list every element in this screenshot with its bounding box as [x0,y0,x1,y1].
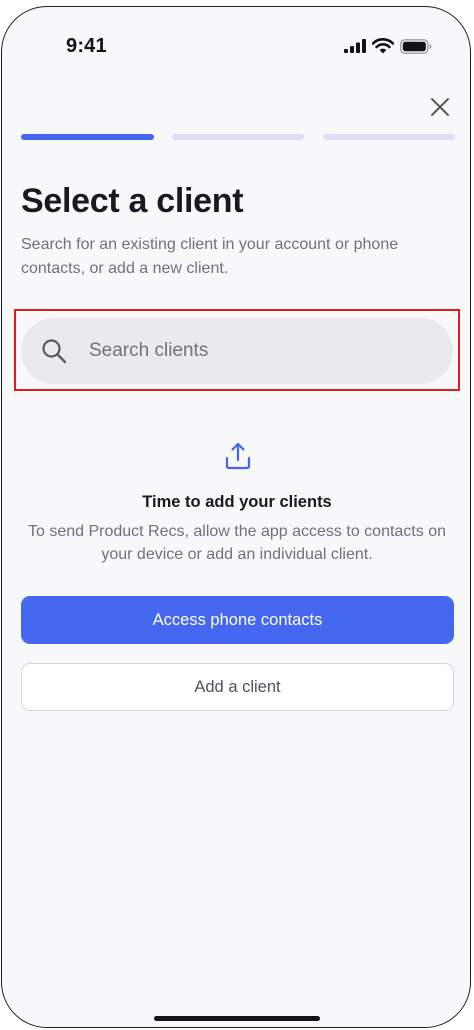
empty-state-title: Time to add your clients [142,493,332,511]
close-icon [431,98,449,116]
search-input[interactable] [87,339,391,363]
search-icon [42,339,67,364]
status-time: 9:41 [66,35,107,57]
add-client-button[interactable]: Add a client [21,663,454,711]
page-subtitle: Search for an existing client in your ac… [21,236,399,277]
progress-step-1 [21,134,154,140]
access-phone-contacts-button[interactable]: Access phone contacts [21,596,454,644]
page-title: Select a client [21,182,244,220]
search-field[interactable] [21,318,453,384]
cellular-signal-icon [344,39,366,58]
status-bar: 9:41 [2,7,470,87]
status-icons [344,38,432,59]
upload-icon [225,442,251,470]
close-button[interactable] [426,93,454,121]
empty-state-text: To send Product Recs, allow the app acce… [27,523,446,563]
progress-steps [21,134,455,140]
progress-step-2 [172,134,304,140]
progress-step-3 [323,134,455,140]
home-indicator[interactable] [154,1016,320,1021]
battery-icon [400,38,432,59]
wifi-icon [371,38,395,59]
phone-frame: 9:41 Select a client Search for an exist… [1,6,471,1028]
